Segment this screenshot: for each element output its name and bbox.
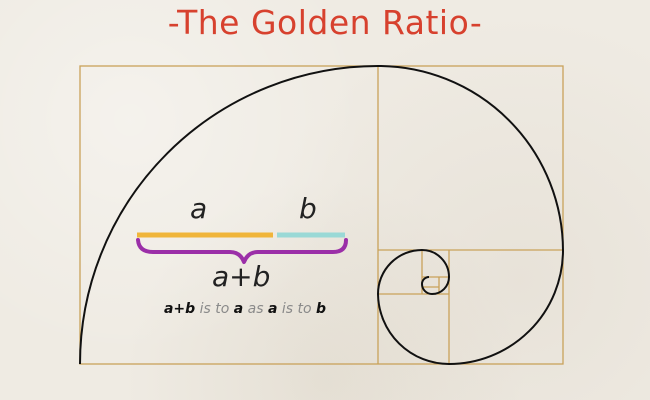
caption-text-2: as [243,301,268,317]
label-a-plus-b: a+b [212,260,271,293]
label-b: b [299,192,317,225]
golden-rectangle-grid [79,65,564,365]
caption-term-a-2: a [267,301,278,317]
label-a: a [190,192,208,225]
ratio-caption: a+b is to a as a is to b [138,301,352,317]
golden-spiral-diagram [79,64,565,366]
golden-spiral [79,64,565,366]
caption-term-b: b [316,301,327,317]
caption-text-3: is to [277,301,317,317]
caption-term-a-1: a [233,301,244,317]
outer-golden-rectangle [79,65,564,365]
caption-text-1: is to [195,301,234,317]
caption-term-sum: a+b [163,301,196,317]
sum-brace [136,238,348,264]
